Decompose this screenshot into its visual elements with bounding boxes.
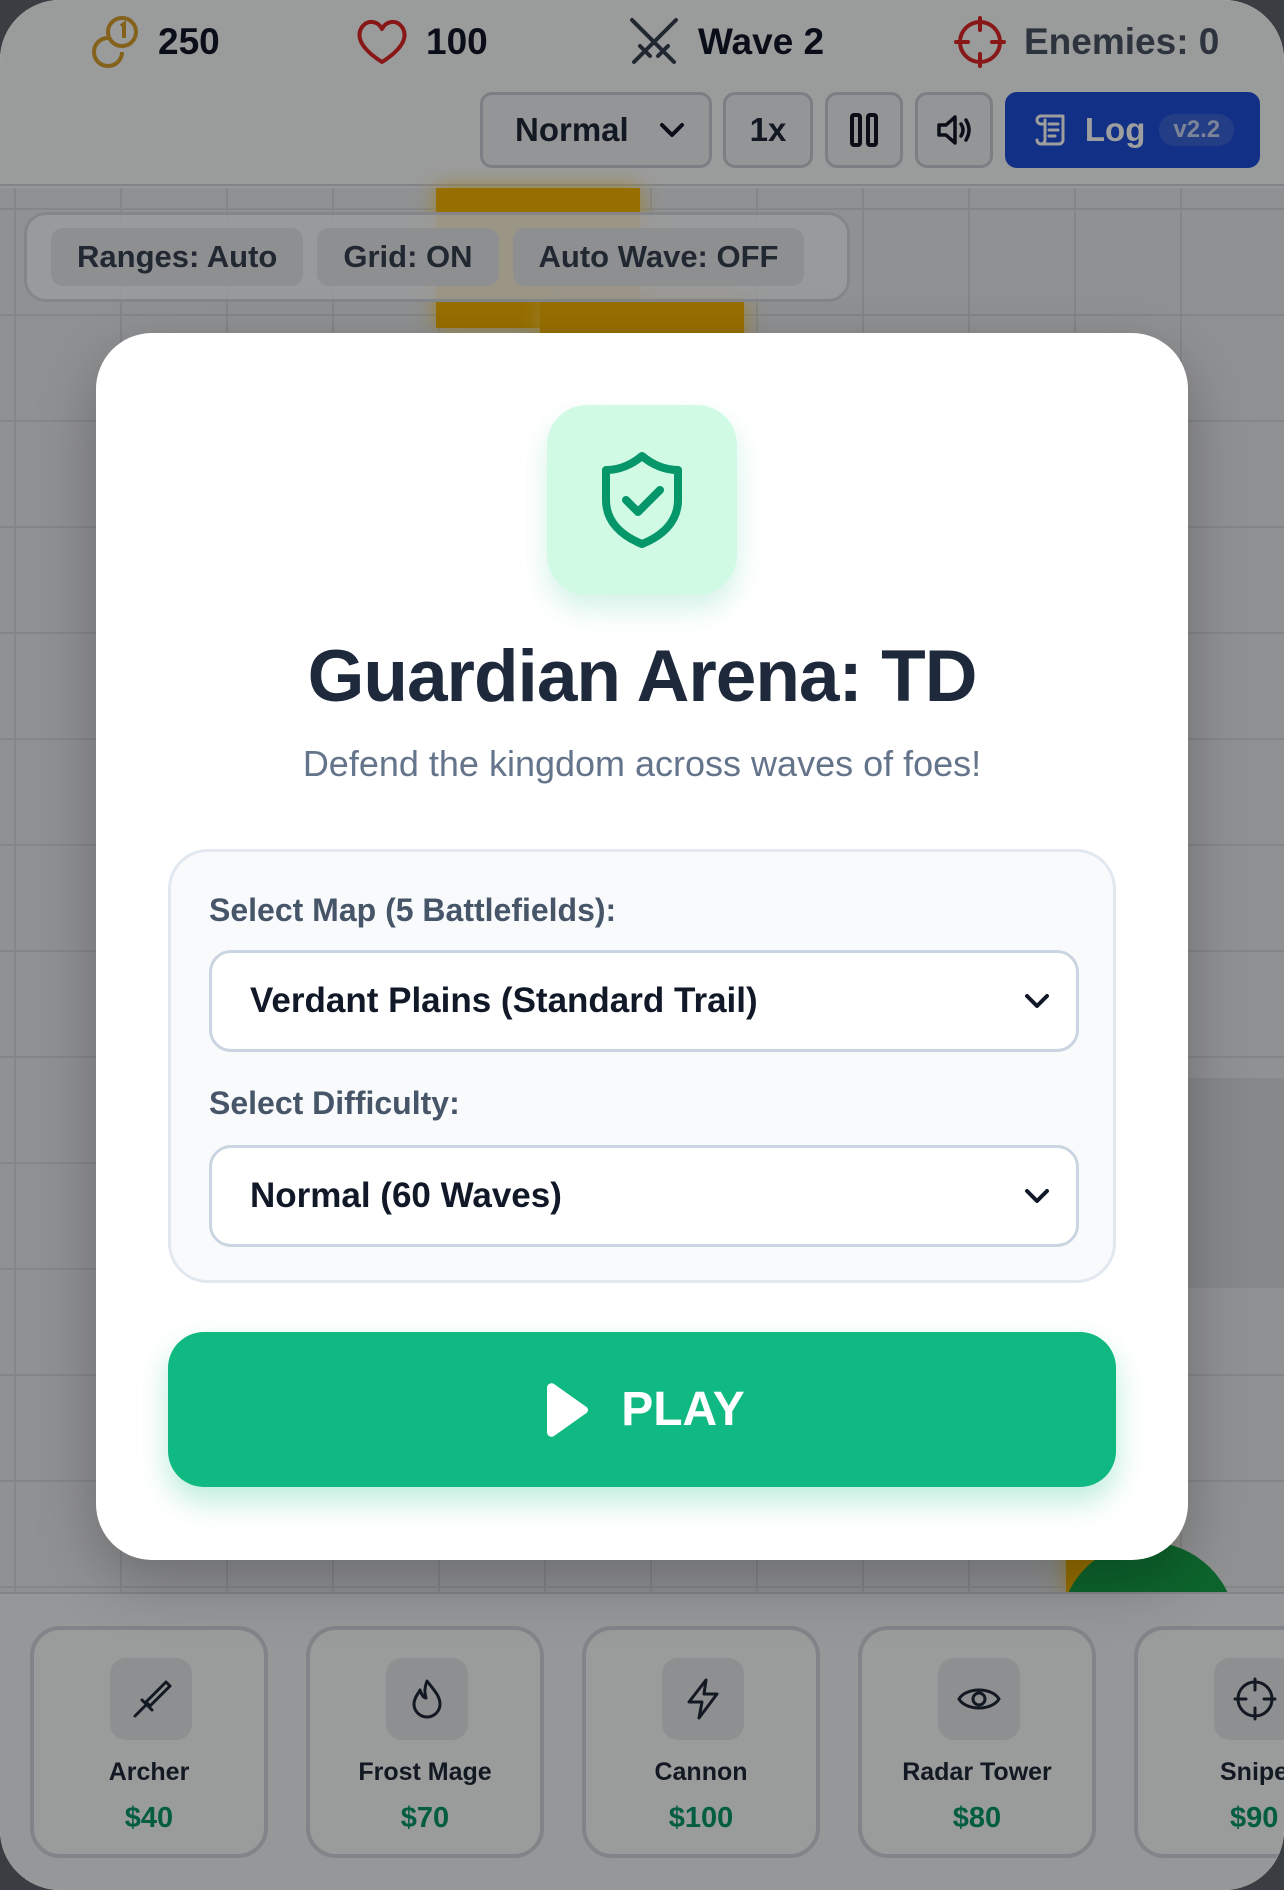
map-select-value: Verdant Plains (Standard Trail): [250, 981, 758, 1020]
game-subtitle: Defend the kingdom across waves of foes!: [302, 743, 982, 784]
chevron-down-icon: [1025, 1189, 1049, 1203]
chevron-down-icon: [1025, 994, 1049, 1008]
game-title: Guardian Arena: TD: [307, 636, 978, 717]
play-button[interactable]: PLAY: [168, 1332, 1116, 1487]
game-options-panel: Select Map (5 Battlefields): Verdant Pla…: [168, 849, 1116, 1283]
difficulty-select-value: Normal (60 Waves): [250, 1176, 562, 1215]
play-label: PLAY: [621, 1383, 745, 1436]
map-select-label: Select Map (5 Battlefields):: [209, 892, 617, 928]
start-modal: Guardian Arena: TD Defend the kingdom ac…: [96, 333, 1188, 1560]
play-icon: [547, 1382, 589, 1437]
game-logo: [547, 405, 737, 595]
difficulty-select-label: Select Difficulty:: [209, 1085, 460, 1121]
difficulty-select[interactable]: Normal (60 Waves): [209, 1145, 1079, 1247]
map-select[interactable]: Verdant Plains (Standard Trail): [209, 950, 1079, 1052]
game-screen: 250 100 Wave 2 Enemies: 0 Normal 1x Log …: [0, 0, 1284, 1890]
shield-check-icon: [602, 452, 682, 548]
